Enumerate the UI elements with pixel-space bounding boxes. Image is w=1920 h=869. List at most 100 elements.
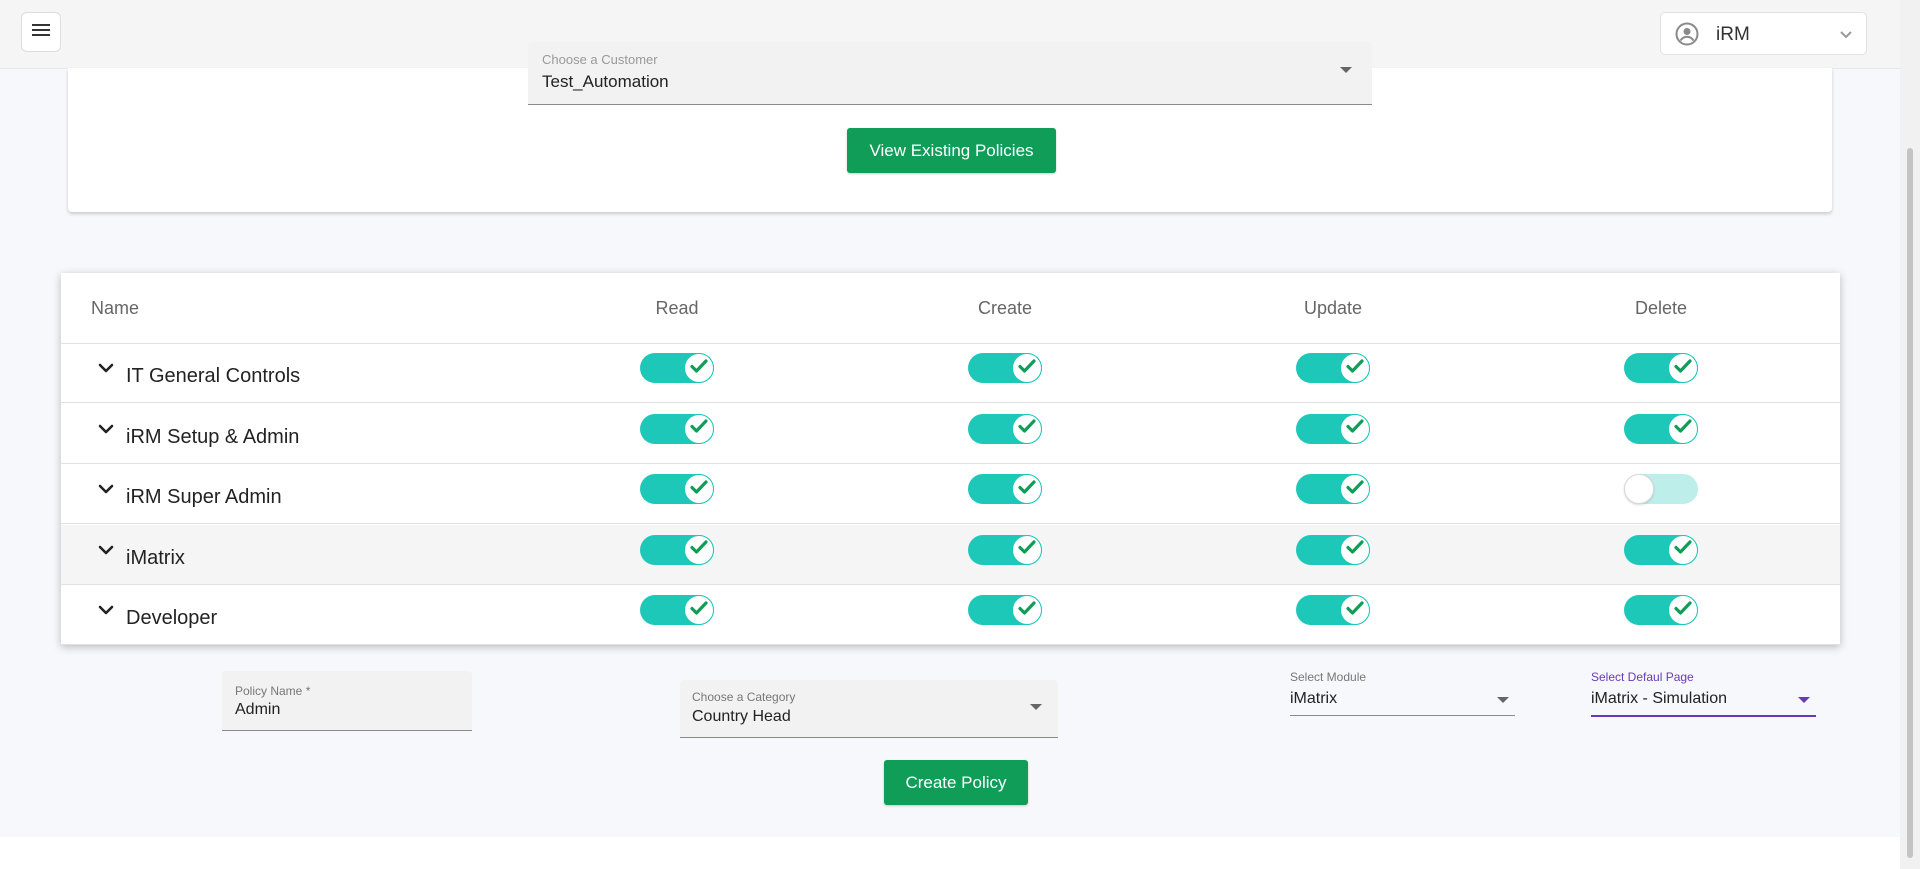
delete-permission-toggle[interactable] <box>1624 534 1698 565</box>
read-permission-toggle[interactable] <box>640 413 714 444</box>
toggle-knob <box>1340 474 1370 505</box>
dropdown-arrow-icon <box>1798 697 1810 703</box>
check-icon <box>1016 355 1038 382</box>
check-icon <box>1016 415 1038 442</box>
update-permission-toggle[interactable] <box>1296 413 1370 444</box>
table-row: iMatrix <box>61 524 1840 585</box>
chevron-down-icon[interactable] <box>97 482 115 500</box>
column-header-update: Update <box>1303 298 1363 318</box>
create-policy-button[interactable]: Create Policy <box>884 760 1028 805</box>
toggle-knob <box>1012 595 1042 626</box>
check-icon <box>1344 536 1366 563</box>
toggle-knob <box>1012 353 1042 383</box>
column-header-delete: Delete <box>1634 298 1688 318</box>
table-row: IT General Controls <box>61 343 1840 403</box>
check-icon <box>688 415 710 442</box>
table-row: Developer <box>61 585 1840 646</box>
module-select-value: iMatrix <box>1290 690 1338 707</box>
table-row: iRM Super Admin <box>61 464 1840 525</box>
toggle-knob <box>1340 534 1370 565</box>
update-permission-toggle[interactable] <box>1296 474 1370 505</box>
read-permission-toggle[interactable] <box>640 353 714 383</box>
toggle-knob <box>1668 353 1698 383</box>
default-page-select-value: iMatrix - Simulation <box>1591 690 1728 707</box>
chevron-down-icon <box>1839 27 1853 45</box>
toggle-knob <box>1340 413 1370 444</box>
user-menu[interactable]: iRM <box>1660 12 1867 55</box>
update-permission-toggle[interactable] <box>1296 595 1370 626</box>
view-existing-policies-button[interactable]: View Existing Policies <box>847 128 1056 173</box>
check-icon <box>1016 476 1038 503</box>
table-row: iRM Setup & Admin <box>61 404 1840 464</box>
create-permission-toggle[interactable] <box>968 413 1042 444</box>
customer-select-value: Test_Automation <box>542 72 669 91</box>
column-header-create: Create <box>977 298 1033 318</box>
category-select-value: Country Head <box>692 708 791 725</box>
check-icon <box>1672 597 1694 624</box>
hamburger-menu-icon <box>32 23 50 42</box>
customer-select-label: Choose a Customer <box>542 52 658 67</box>
menu-button[interactable] <box>21 12 61 52</box>
chevron-down-icon[interactable] <box>97 543 115 561</box>
policy-name-value: Admin <box>235 701 281 718</box>
check-icon <box>688 536 710 563</box>
customer-select[interactable]: Choose a Customer Test_Automation <box>528 42 1372 105</box>
column-header-name: Name <box>91 298 140 318</box>
category-select-label: Choose a Category <box>692 690 796 704</box>
chevron-down-icon[interactable] <box>97 422 115 440</box>
row-name: iMatrix <box>126 546 185 569</box>
module-select-label: Select Module <box>1290 670 1367 684</box>
toggle-knob <box>1012 534 1042 565</box>
check-icon <box>1344 415 1366 442</box>
policy-name-label: Policy Name * <box>235 684 311 698</box>
check-icon <box>1672 415 1694 442</box>
toggle-knob <box>1668 534 1698 565</box>
chevron-down-icon[interactable] <box>97 603 115 621</box>
column-header-read: Read <box>655 298 699 318</box>
delete-permission-toggle[interactable] <box>1624 595 1698 626</box>
table-header: Name Read Create Update Delete <box>61 273 1840 344</box>
check-icon <box>1344 597 1366 624</box>
toggle-knob <box>684 413 714 444</box>
policy-name-field[interactable]: Policy Name * Admin <box>222 671 472 731</box>
update-permission-toggle[interactable] <box>1296 534 1370 565</box>
chevron-down-icon[interactable] <box>97 361 115 379</box>
permissions-table: Name Read Create Update Delete IT Genera… <box>61 273 1840 646</box>
default-page-select[interactable]: Select Defaul Page iMatrix - Simulation <box>1591 668 1816 717</box>
default-page-select-label: Select Defaul Page <box>1591 670 1694 684</box>
create-permission-toggle[interactable] <box>968 353 1042 383</box>
check-icon <box>1672 355 1694 382</box>
check-icon <box>1344 476 1366 503</box>
check-icon <box>1016 597 1038 624</box>
create-permission-toggle[interactable] <box>968 474 1042 505</box>
read-permission-toggle[interactable] <box>640 534 714 565</box>
toggle-knob <box>1012 474 1042 505</box>
row-name: Developer <box>126 607 218 630</box>
update-permission-toggle[interactable] <box>1296 353 1370 383</box>
row-name: IT General Controls <box>126 365 301 387</box>
dropdown-arrow-icon <box>1497 697 1509 703</box>
category-select[interactable]: Choose a Category Country Head <box>680 680 1058 738</box>
toggle-knob <box>1624 474 1654 505</box>
create-permission-toggle[interactable] <box>968 595 1042 626</box>
delete-permission-toggle[interactable] <box>1624 413 1698 444</box>
check-icon <box>1344 355 1366 382</box>
user-menu-label: iRM <box>1716 24 1750 45</box>
delete-permission-toggle[interactable] <box>1624 474 1698 505</box>
check-icon <box>1016 536 1038 563</box>
scrollbar-thumb[interactable] <box>1907 148 1913 858</box>
read-permission-toggle[interactable] <box>640 474 714 505</box>
toggle-knob <box>1340 353 1370 383</box>
row-name: iRM Super Admin <box>126 486 282 509</box>
dropdown-arrow-icon <box>1340 67 1352 73</box>
check-icon <box>688 597 710 624</box>
read-permission-toggle[interactable] <box>640 595 714 626</box>
create-permission-toggle[interactable] <box>968 534 1042 565</box>
delete-permission-toggle[interactable] <box>1624 353 1698 383</box>
check-icon <box>688 476 710 503</box>
toggle-knob <box>1012 413 1042 444</box>
module-select[interactable]: Select Module iMatrix <box>1290 668 1515 716</box>
toggle-knob <box>1668 413 1698 444</box>
check-icon <box>688 355 710 382</box>
user-circle-icon <box>1675 22 1699 51</box>
